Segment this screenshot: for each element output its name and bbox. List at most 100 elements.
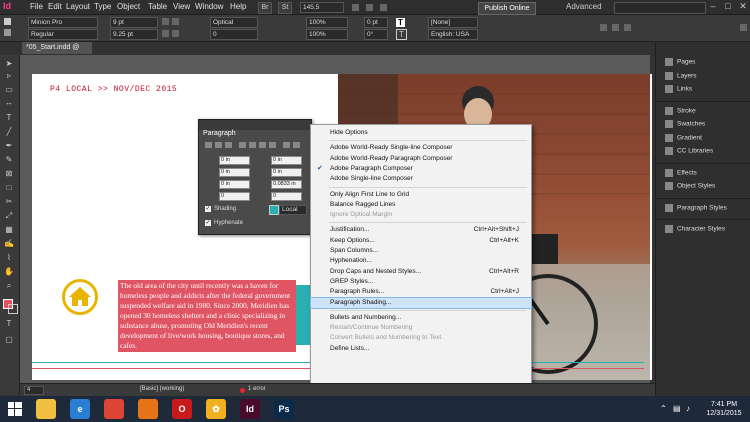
menu-help[interactable]: Help: [230, 2, 246, 11]
arrange-documents-icon[interactable]: [380, 4, 387, 11]
internet-explorer-icon[interactable]: e: [70, 399, 90, 419]
shading-checkbox[interactable]: ✓: [205, 206, 211, 212]
menu-file[interactable]: File: [30, 2, 43, 11]
dock-item-cc-libraries[interactable]: CC Libraries: [665, 147, 745, 159]
flower-app-icon[interactable]: ✿: [206, 399, 226, 419]
strikethrough-icon[interactable]: [172, 30, 179, 37]
page-tool-icon[interactable]: ▭: [3, 85, 15, 95]
dock-item-layers[interactable]: Layers: [665, 71, 745, 84]
bridge-button[interactable]: Br: [258, 2, 272, 14]
paragraph-panel-titlebar[interactable]: [199, 120, 311, 130]
right-indent-field[interactable]: 0 in: [271, 156, 302, 165]
menu-table[interactable]: Table: [148, 2, 167, 11]
photoshop-icon[interactable]: Ps: [274, 399, 294, 419]
view-options-icon[interactable]: [352, 4, 359, 11]
menu-item-drop-caps-and-nested-styles[interactable]: Drop Caps and Nested Styles... Ctrl+Alt+R: [311, 267, 531, 277]
menu-item-justification[interactable]: Justification... Ctrl+Alt+Shift+J: [311, 225, 531, 235]
pen-tool-icon[interactable]: ✒: [3, 141, 15, 151]
pencil-tool-icon[interactable]: ✎: [3, 155, 15, 165]
chrome-icon[interactable]: [104, 399, 124, 419]
menu-item-adobe-paragraph-composer[interactable]: ✔ Adobe Paragraph Composer: [311, 164, 531, 174]
font-family-field[interactable]: Minion Pro: [28, 17, 98, 28]
vertical-scale-field[interactable]: 100%: [306, 17, 348, 28]
align-right-button[interactable]: [225, 142, 232, 148]
paragraph-panel-title[interactable]: Paragraph: [203, 130, 236, 137]
menu-item-define-lists[interactable]: Define Lists...: [311, 344, 531, 354]
font-style-field[interactable]: Regular: [28, 29, 98, 40]
menu-item-only-align-first-line-to-grid[interactable]: Only Align First Line to Grid: [311, 190, 531, 200]
align-left-icon[interactable]: [600, 24, 607, 31]
close-icon[interactable]: ✕: [736, 0, 750, 13]
system-clock[interactable]: 7:41 PM 12/31/2015: [702, 400, 746, 418]
tray-chevron-icon[interactable]: ⌃: [660, 404, 670, 414]
hyphenate-checkbox[interactable]: ✓: [205, 220, 211, 226]
gap-tool-icon[interactable]: ↔: [3, 98, 15, 108]
justify-center-button[interactable]: [249, 142, 256, 148]
menu-layout[interactable]: Layout: [66, 2, 90, 11]
line-tool-icon[interactable]: ╱: [3, 127, 15, 137]
gradient-tool-icon[interactable]: ▦: [3, 225, 15, 235]
stroke-color-icon[interactable]: T: [396, 29, 407, 40]
menu-object[interactable]: Object: [117, 2, 140, 11]
file-explorer-icon[interactable]: [36, 399, 56, 419]
last-line-indent-field[interactable]: 0 in: [271, 168, 302, 177]
kerning-field[interactable]: Optical: [210, 17, 258, 28]
drop-cap-lines-field[interactable]: 0: [219, 192, 250, 201]
dock-item-pages[interactable]: Pages: [665, 58, 745, 70]
menu-item-adobe-world-ready-paragraph-composer[interactable]: Adobe World-Ready Paragraph Composer: [311, 154, 531, 164]
justify-right-button[interactable]: [259, 142, 266, 148]
minimize-icon[interactable]: –: [706, 0, 720, 13]
menu-item-paragraph-rules[interactable]: Paragraph Rules... Ctrl+Alt+J: [311, 287, 531, 297]
fill-color-icon[interactable]: T: [396, 18, 405, 27]
dock-item-stroke[interactable]: Stroke: [665, 106, 745, 119]
align-center-icon[interactable]: [612, 24, 619, 31]
preflight-profile-dropdown[interactable]: [Basic] (working): [140, 385, 212, 394]
dock-item-swatches[interactable]: Swatches: [665, 120, 745, 132]
panel-menu-icon[interactable]: [740, 24, 747, 31]
left-indent-field[interactable]: 0 in: [219, 156, 250, 165]
free-transform-tool-icon[interactable]: ⤢: [3, 211, 15, 221]
space-before-field[interactable]: 0 in: [219, 180, 250, 189]
hand-tool-icon[interactable]: ✋: [3, 267, 15, 277]
character-formatting-icon[interactable]: [4, 18, 11, 25]
indesign-logo-icon[interactable]: Id: [3, 1, 15, 13]
all-caps-icon[interactable]: [162, 18, 169, 25]
tracking-field[interactable]: 0: [210, 29, 258, 40]
dock-item-effects[interactable]: Effects: [665, 168, 745, 181]
workspace-switcher[interactable]: Advanced: [566, 2, 602, 11]
page-number-field[interactable]: 4: [24, 386, 44, 395]
search-input[interactable]: [614, 2, 706, 14]
screen-mode-tool-icon[interactable]: ▢: [3, 335, 15, 345]
selection-tool-icon[interactable]: ➤: [3, 59, 15, 69]
type-tool-icon[interactable]: T: [3, 113, 15, 123]
network-icon[interactable]: ▤: [673, 404, 683, 414]
drop-cap-chars-field[interactable]: 0: [271, 192, 302, 201]
first-line-indent-field[interactable]: 0 in: [219, 168, 250, 177]
align-away-spine-button[interactable]: [293, 142, 300, 148]
direct-selection-tool-icon[interactable]: ▹: [3, 71, 15, 81]
opera-icon[interactable]: O: [172, 399, 192, 419]
menu-item-grep-styles[interactable]: GREP Styles...: [311, 277, 531, 287]
rectangle-frame-tool-icon[interactable]: ⊠: [3, 169, 15, 179]
maximize-icon[interactable]: □: [721, 0, 735, 13]
leading-field[interactable]: 9.25 pt: [110, 29, 158, 40]
publish-online-button[interactable]: Publish Online: [478, 2, 536, 15]
language-field[interactable]: English: USA: [428, 29, 478, 40]
space-after-field[interactable]: 0.0833 in: [271, 180, 302, 189]
stock-button[interactable]: St: [278, 2, 292, 14]
firefox-icon[interactable]: [138, 399, 158, 419]
menu-item-span-columns[interactable]: Span Columns...: [311, 246, 531, 256]
windows-start-icon[interactable]: [8, 402, 22, 416]
document-tab[interactable]: *05_Start.indd @ 146%: [22, 42, 92, 63]
align-spine-button[interactable]: [283, 142, 290, 148]
rectangle-tool-icon[interactable]: □: [3, 183, 15, 193]
menu-item-hyphenation[interactable]: Hyphenation...: [311, 256, 531, 266]
dock-item-paragraph-styles[interactable]: Paragraph Styles: [665, 203, 745, 216]
dock-item-character-styles[interactable]: Character Styles: [665, 225, 745, 237]
paragraph-formatting-icon[interactable]: [4, 29, 11, 36]
formatting-affects-text-icon[interactable]: T: [3, 319, 15, 329]
volume-icon[interactable]: ♪: [686, 404, 696, 414]
eyedropper-tool-icon[interactable]: ⌇: [3, 253, 15, 263]
menu-window[interactable]: Window: [195, 2, 223, 11]
underline-icon[interactable]: [162, 30, 169, 37]
